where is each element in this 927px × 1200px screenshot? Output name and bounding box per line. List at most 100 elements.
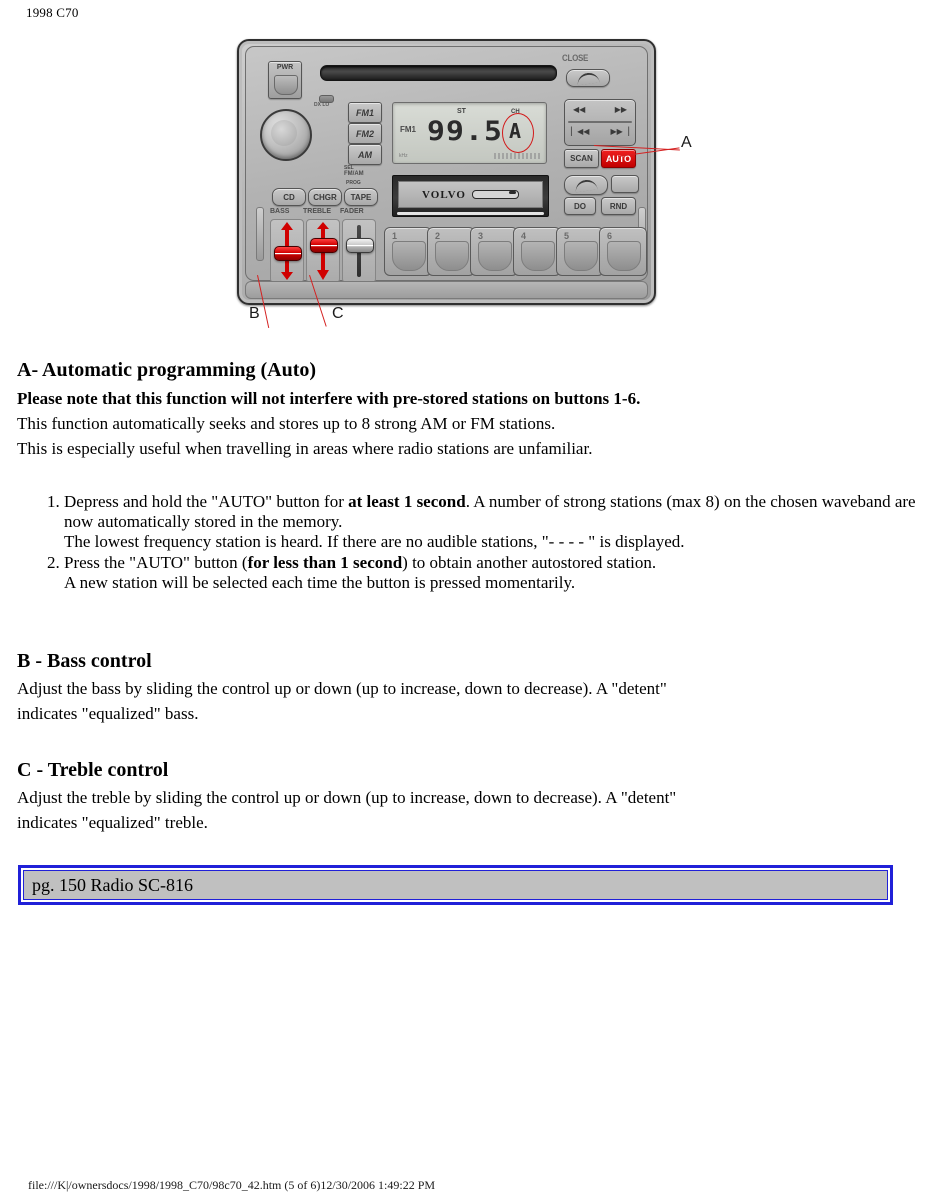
eject-button-bottom[interactable] [564,175,608,195]
power-button-label: PWR [276,64,294,71]
rewind-icon[interactable]: ◀◀ [573,105,585,114]
treble-slider-knob[interactable] [310,238,338,253]
power-knob-face [274,75,298,95]
list-item: Depress and hold the "AUTO" button for a… [64,492,927,552]
left-rail [256,207,264,261]
cd-button-label: CD [283,192,295,202]
eject-arc-icon [576,71,600,85]
preset-button-3[interactable]: 3 [470,227,518,276]
section-a-title: A- Automatic programming (Auto) [17,359,317,381]
cd-source-button[interactable]: CD [272,188,306,206]
preset-4-pad [521,241,555,271]
preset-2-pad [435,241,469,271]
cluster-divider [568,121,632,123]
section-b-line2: indicates "equalized" bass. [17,704,199,723]
eject-button-top[interactable] [566,69,610,87]
bass-slider-knob[interactable] [274,246,302,261]
step-2-part1: Press the "AUTO" button ( [64,553,248,572]
fader-slider[interactable] [342,219,376,283]
section-c-line2: indicates "equalized" treble. [17,813,208,832]
eject-arc-icon-bottom [574,178,598,192]
seek-track-cluster[interactable]: ◀◀ ▶▶ ▏◀◀ ▶▶▕ [564,99,636,146]
power-button[interactable]: PWR [268,61,302,99]
callout-label-a: A [681,134,692,151]
step-2-bold: for less than 1 second [247,553,403,572]
treble-slider[interactable] [306,219,340,283]
preset-3-label: 3 [478,231,484,241]
lcd-stereo-indicator: ST [457,108,466,115]
car-radio-unit: PWR CLOSE DX LO FM1 FM2 AM SEL FM/AM FM1… [237,39,656,305]
treble-label: TREBLE [303,208,331,215]
bass-slider[interactable] [270,219,304,283]
file-path-footer: file:///K|/ownersdocs/1998/1998_C70/98c7… [28,1178,436,1192]
preset-5-pad [564,241,598,271]
chgr-source-button[interactable]: CHGR [308,188,342,206]
fader-label: FADER [340,208,364,215]
section-a-line2: This is especially useful when travellin… [17,439,593,458]
preset-6-label: 6 [607,231,613,241]
band-button-am[interactable]: AM [348,144,382,165]
preset-4-label: 4 [521,231,527,241]
track-previous-icon[interactable]: ▏◀◀ [571,127,589,136]
section-b-line1: Adjust the bass by sliding the control u… [17,679,667,698]
volvo-brand-label: VOLVO [422,188,466,201]
list-item: Press the "AUTO" button (for less than 1… [64,553,927,593]
random-button-label: RND [609,201,628,211]
band-button-fm1[interactable]: FM1 [348,102,382,123]
section-b-title: B - Bass control [17,650,152,672]
preset-1-pad [392,241,426,271]
radio-faceplate: PWR CLOSE DX LO FM1 FM2 AM SEL FM/AM FM1… [245,46,648,283]
radio-base-trim [245,281,648,299]
callout-label-c: C [332,305,344,322]
document-page: 1998 C70 PWR CLOSE DX LO FM1 FM2 AM SEL … [0,0,927,1200]
lcd-unit-label: kHz [399,153,408,159]
step-1-part1: Depress and hold the "AUTO" button for [64,492,349,511]
fast-forward-icon[interactable]: ▶▶ [615,105,627,114]
auto-button[interactable]: AUTO [601,149,636,168]
lcd-segment-bar [494,153,540,159]
section-a-note: Please note that this function will not … [17,389,641,408]
track-next-icon[interactable]: ▶▶▕ [611,127,629,136]
cassette-slot: VOLVO [392,175,549,217]
radio-figure: PWR CLOSE DX LO FM1 FM2 AM SEL FM/AM FM1… [232,33,692,333]
page-reference-bar: pg. 150 Radio SC-816 [18,865,893,905]
auto-steps-list: Depress and hold the "AUTO" button for a… [17,492,927,594]
cassette-window: VOLVO [398,181,543,208]
scan-button[interactable]: SCAN [564,149,599,168]
callout-label-b: B [249,305,260,322]
close-label: CLOSE [562,53,589,64]
page-reference-bar-inner: pg. 150 Radio SC-816 [23,870,888,900]
band-am-label: AM [358,149,372,160]
band-button-fm2[interactable]: FM2 [348,123,382,144]
auto-indicator-highlight-circle [502,113,534,153]
preset-button-5[interactable]: 5 [556,227,604,276]
tape-button-label: TAPE [350,192,372,202]
fm-am-label: FM/AM [344,171,364,177]
preset-button-1[interactable]: 1 [384,227,432,276]
preset-button-4[interactable]: 4 [513,227,561,276]
volume-knob[interactable] [260,109,312,161]
step-2-part2: ) to obtain another autostored station. [402,553,657,572]
preset-1-label: 1 [392,231,398,241]
fader-slider-knob[interactable] [346,238,374,253]
lcd-band-indicator: FM1 [400,125,416,134]
blank-button[interactable] [611,175,639,193]
step-1-bold: at least 1 second [348,492,466,511]
random-button[interactable]: RND [601,197,636,215]
cd-slot [320,65,557,81]
preset-button-6[interactable]: 6 [599,227,647,276]
dx-local-label: DX LO [314,102,330,108]
preset-2-label: 2 [435,231,441,241]
dolby-button[interactable]: DO [564,197,596,215]
lcd-display: FM1 ST 99.5 CH A kHz [392,102,547,164]
tape-source-button[interactable]: TAPE [344,188,378,206]
band-fm1-label: FM1 [356,107,374,118]
step-1-sub: The lowest frequency station is heard. I… [64,532,685,551]
cassette-spindle-icon [471,190,519,199]
page-header: 1998 C70 [26,5,79,20]
preset-button-2[interactable]: 2 [427,227,475,276]
section-c-title: C - Treble control [17,759,169,781]
preset-5-label: 5 [564,231,570,241]
band-fm2-label: FM2 [356,128,374,139]
section-c-line1: Adjust the treble by sliding the control… [17,788,677,807]
